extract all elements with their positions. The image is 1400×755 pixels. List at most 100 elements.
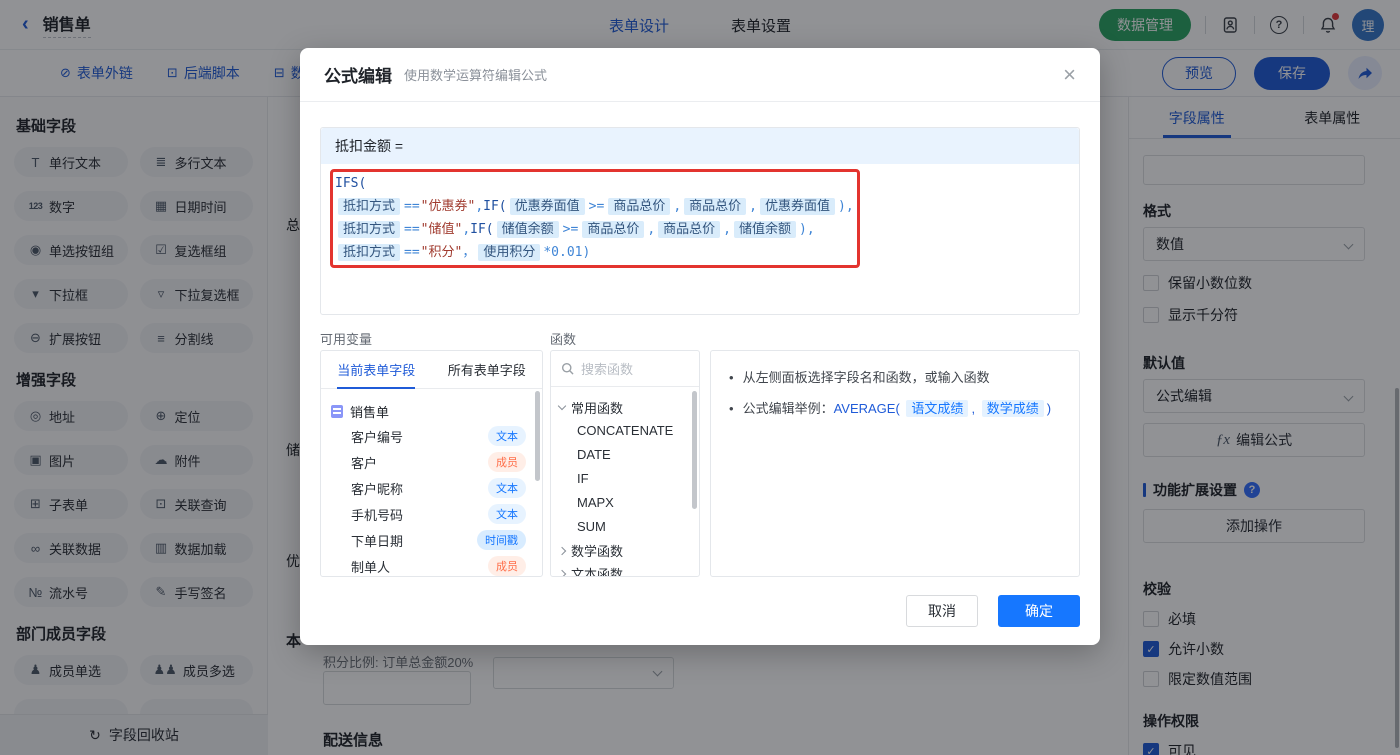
variables-label: 可用变量 bbox=[320, 329, 550, 347]
form-tree-root[interactable]: 销售单 bbox=[331, 399, 532, 423]
bullet: • bbox=[729, 399, 734, 419]
variable-field-row[interactable]: 客户编号文本 bbox=[331, 423, 532, 449]
formula-token: IF( bbox=[470, 222, 493, 237]
formula-token: ， bbox=[462, 245, 475, 260]
formula-token: "储值" bbox=[421, 222, 463, 237]
formula-token: , bbox=[723, 222, 731, 237]
formula-line: 抵扣方式=="储值",IF(储值余额>=商品总价,商品总价,储值余额), bbox=[335, 218, 1065, 241]
formula-field-chip[interactable]: 储值余额 bbox=[734, 221, 796, 238]
formula-token: == bbox=[404, 199, 420, 214]
variable-field-name: 客户昵称 bbox=[351, 479, 488, 498]
field-type-badge: 文本 bbox=[488, 504, 526, 524]
field-type-badge: 文本 bbox=[488, 478, 526, 498]
formula-field-chip[interactable]: 抵扣方式 bbox=[338, 244, 400, 261]
formula-token: , bbox=[462, 222, 470, 237]
formula-token: IFS( bbox=[335, 176, 366, 191]
formula-field-chip[interactable]: 商品总价 bbox=[608, 198, 670, 215]
chevron-right-icon bbox=[558, 546, 566, 554]
cancel-button[interactable]: 取消 bbox=[906, 595, 978, 627]
variable-field-row[interactable]: 客户成员 bbox=[331, 449, 532, 475]
formula-token: >= bbox=[563, 222, 579, 237]
formula-token: , bbox=[647, 222, 655, 237]
example-field-chip: 语文成绩 bbox=[906, 400, 968, 417]
function-group-常用函数[interactable]: 常用函数 bbox=[559, 396, 691, 419]
field-type-badge: 成员 bbox=[488, 452, 526, 472]
function-item-IF[interactable]: IF bbox=[559, 467, 691, 491]
variable-field-name: 客户编号 bbox=[351, 427, 488, 446]
variable-field-row[interactable]: 下单日期时间戳 bbox=[331, 527, 532, 553]
formula-token: == bbox=[404, 245, 420, 260]
formula-token: ) bbox=[583, 245, 591, 260]
formula-editor: 抵扣金额 = IFS(抵扣方式=="优惠券",IF(优惠券面值>=商品总价,商品… bbox=[320, 127, 1080, 315]
formula-line: 抵扣方式=="优惠券",IF(优惠券面值>=商品总价,商品总价,优惠券面值), bbox=[335, 195, 1065, 218]
form-doc-icon bbox=[331, 405, 343, 418]
confirm-button[interactable]: 确定 bbox=[998, 595, 1080, 627]
field-type-badge: 文本 bbox=[488, 426, 526, 446]
help-box: • 从左侧面板选择字段名和函数，或输入函数 • 公式编辑举例：AVERAGE( … bbox=[710, 350, 1080, 577]
formula-line: 抵扣方式 =="积分"，使用积分*0.01) bbox=[335, 241, 1065, 264]
function-item-DATE[interactable]: DATE bbox=[559, 443, 691, 467]
field-type-badge: 成员 bbox=[488, 556, 526, 576]
variable-field-row[interactable]: 制单人成员 bbox=[331, 553, 532, 577]
chevron-right-icon bbox=[558, 569, 566, 577]
formula-target: 抵扣金额 = bbox=[321, 128, 1079, 164]
formula-field-chip[interactable]: 抵扣方式 bbox=[338, 198, 400, 215]
formula-field-chip[interactable]: 使用积分 bbox=[478, 244, 540, 261]
functions-box: 搜索函数 常用函数 CONCATENATEDATEIFMAPXSUM 数学函数文本函… bbox=[550, 350, 700, 577]
search-placeholder: 搜索函数 bbox=[581, 359, 633, 378]
example-field-chip: 数学成绩 bbox=[982, 400, 1044, 417]
formula-token: , bbox=[475, 199, 483, 214]
variables-tab-当前表单字段[interactable]: 当前表单字段 bbox=[337, 351, 415, 389]
variables-scrollbar[interactable] bbox=[535, 391, 540, 481]
close-icon[interactable]: × bbox=[1063, 64, 1076, 86]
formula-token: *0.01 bbox=[543, 245, 582, 260]
formula-field-chip[interactable]: 商品总价 bbox=[582, 221, 644, 238]
formula-edit-modal: 公式编辑 使用数学运算符编辑公式 × 抵扣金额 = IFS(抵扣方式=="优惠券… bbox=[300, 48, 1100, 645]
function-search-input[interactable]: 搜索函数 bbox=[551, 351, 699, 387]
variable-field-name: 客户 bbox=[351, 453, 488, 472]
formula-token: , bbox=[749, 199, 757, 214]
function-item-MAPX[interactable]: MAPX bbox=[559, 491, 691, 515]
chevron-down-icon bbox=[558, 402, 566, 410]
tip-text: 从左侧面板选择字段名和函数，或输入函数 bbox=[743, 368, 990, 388]
formula-token: "积分" bbox=[421, 245, 463, 260]
variable-field-name: 下单日期 bbox=[351, 531, 477, 550]
formula-field-chip[interactable]: 商品总价 bbox=[684, 198, 746, 215]
function-item-SUM[interactable]: SUM bbox=[559, 515, 691, 539]
formula-field-chip[interactable]: 优惠券面值 bbox=[510, 198, 585, 215]
variable-field-row[interactable]: 客户昵称文本 bbox=[331, 475, 532, 501]
formula-field-chip[interactable]: 抵扣方式 bbox=[338, 221, 400, 238]
variables-tab-所有表单字段[interactable]: 所有表单字段 bbox=[448, 351, 526, 389]
formula-token: , bbox=[673, 199, 681, 214]
search-icon bbox=[561, 362, 574, 375]
formula-token: ), bbox=[838, 199, 854, 214]
variable-field-name: 手机号码 bbox=[351, 505, 488, 524]
formula-token: "优惠券" bbox=[421, 199, 476, 214]
bullet: • bbox=[729, 368, 734, 388]
formula-token: >= bbox=[589, 199, 605, 214]
function-item-CONCATENATE[interactable]: CONCATENATE bbox=[559, 419, 691, 443]
functions-scrollbar[interactable] bbox=[692, 391, 697, 509]
variables-tabs: 当前表单字段所有表单字段 bbox=[321, 351, 542, 389]
function-group-label: 文本函数 bbox=[571, 564, 623, 577]
modal-title: 公式编辑 bbox=[324, 62, 392, 87]
formula-line: IFS( bbox=[335, 172, 1065, 195]
functions-label: 函数 bbox=[550, 329, 576, 347]
formula-input-area[interactable]: IFS(抵扣方式=="优惠券",IF(优惠券面值>=商品总价,商品总价,优惠券面… bbox=[321, 164, 1079, 314]
variables-box: 当前表单字段所有表单字段 销售单 客户编号文本客户成员客户昵称文本手机号码文本下… bbox=[320, 350, 543, 577]
formula-token: == bbox=[404, 222, 420, 237]
formula-field-chip[interactable]: 商品总价 bbox=[658, 221, 720, 238]
formula-field-chip[interactable]: 储值余额 bbox=[497, 221, 559, 238]
function-group-label: 常用函数 bbox=[571, 398, 623, 417]
variable-field-row[interactable]: 手机号码文本 bbox=[331, 501, 532, 527]
function-group-数学函数[interactable]: 数学函数 bbox=[559, 539, 691, 562]
field-type-badge: 时间戳 bbox=[477, 530, 526, 550]
function-group-文本函数[interactable]: 文本函数 bbox=[559, 562, 691, 577]
variable-field-name: 制单人 bbox=[351, 557, 488, 576]
formula-field-chip[interactable]: 优惠券面值 bbox=[760, 198, 835, 215]
function-group-label: 数学函数 bbox=[571, 541, 623, 560]
tip-example: 公式编辑举例：AVERAGE( 语文成绩, 数学成绩) bbox=[743, 399, 1051, 419]
modal-subtitle: 使用数学运算符编辑公式 bbox=[404, 65, 547, 84]
formula-token: ), bbox=[799, 222, 815, 237]
formula-token: IF( bbox=[483, 199, 506, 214]
